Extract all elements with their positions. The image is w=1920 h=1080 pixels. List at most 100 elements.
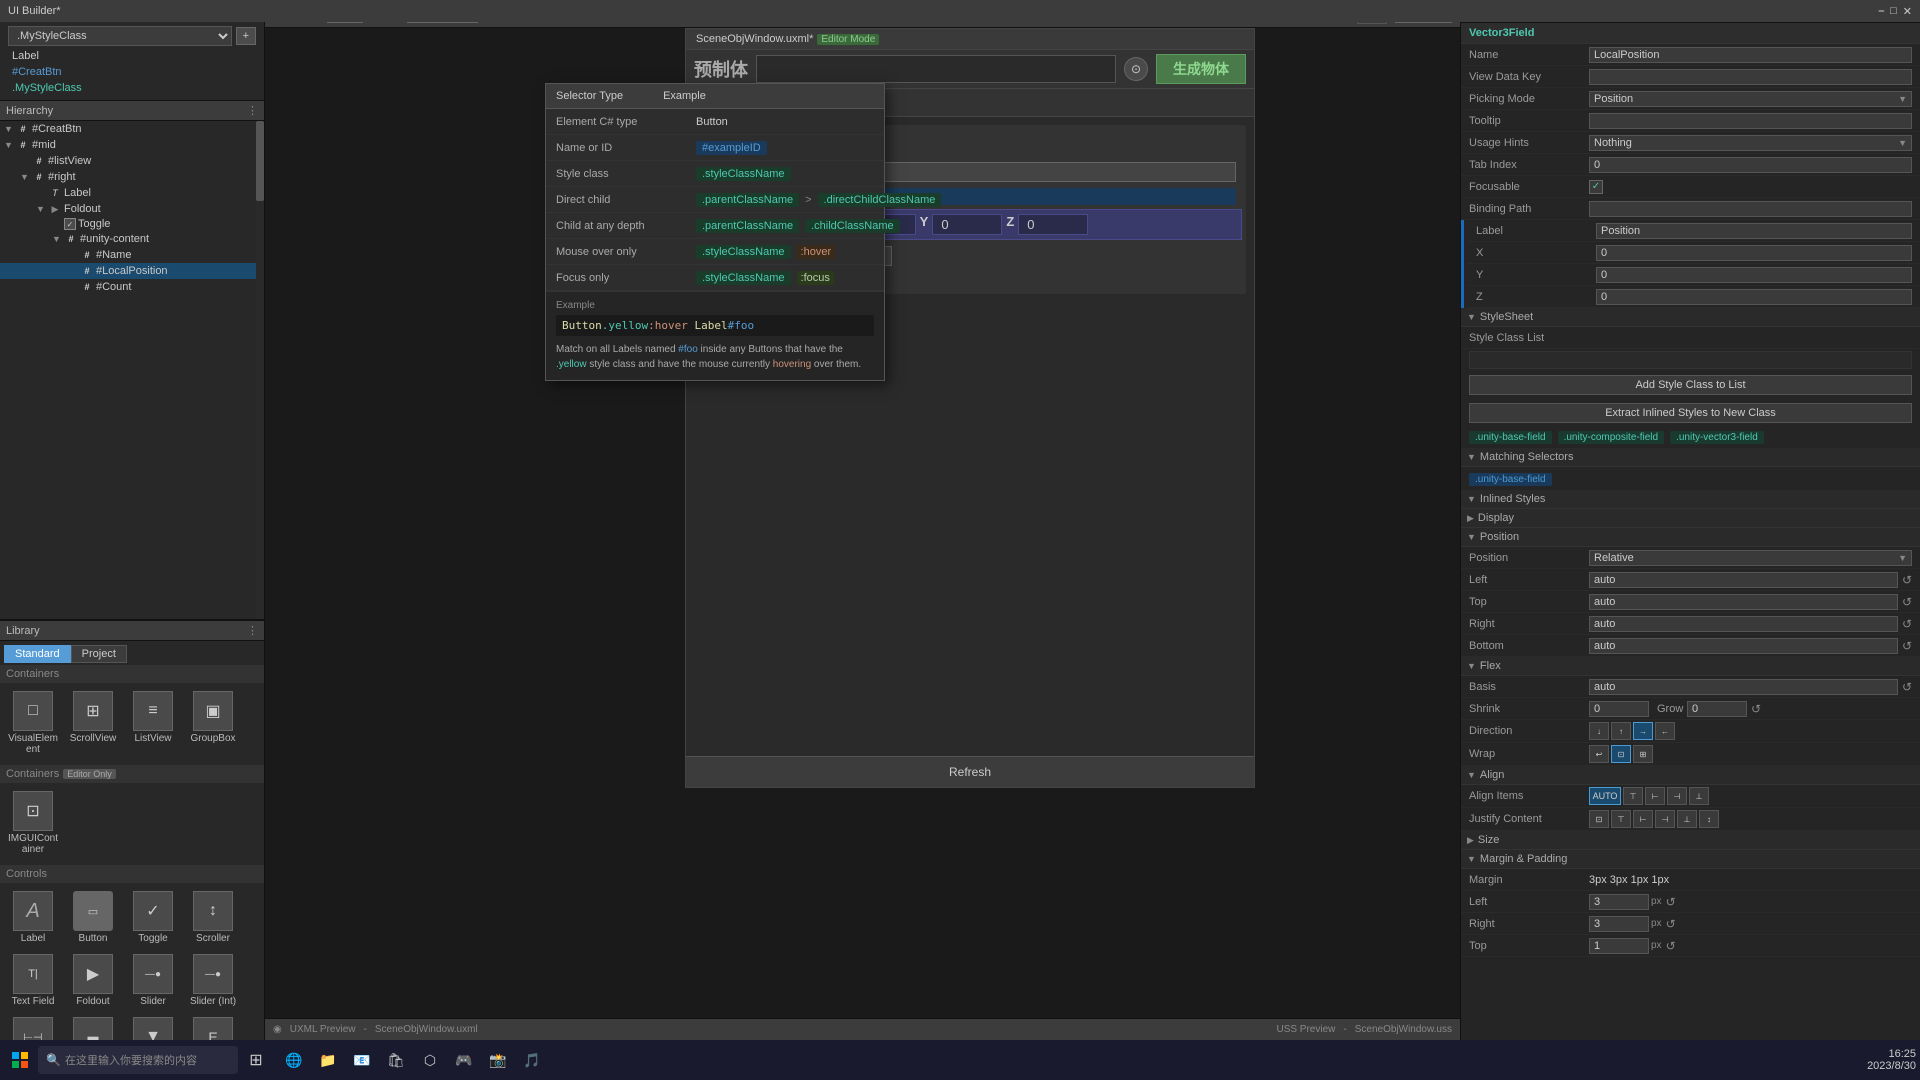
type-picker-btn[interactable]: ⊙ [1124,57,1148,81]
position-bottom-input[interactable]: auto [1589,638,1898,654]
tree-item-count[interactable]: # #Count [0,279,264,295]
lib-item-toggle[interactable]: ✓ Toggle [124,887,182,948]
flex-basis-reset[interactable]: ↺ [1902,680,1912,694]
title-maximize-btn[interactable]: □ [1890,5,1897,18]
flex-fold[interactable]: ▼ Flex [1461,657,1920,676]
style-class-dropdown[interactable]: .MyStyleClass [8,26,232,46]
tab-standard[interactable]: Standard [4,645,71,663]
lib-item-dropdown[interactable]: ▼ Dropdown [124,1013,182,1040]
prop-label-input[interactable]: Position [1596,223,1912,239]
flex-shrink-input[interactable]: 0 [1589,701,1649,717]
margin-top-reset[interactable]: ↺ [1666,939,1676,953]
position-left-input[interactable]: auto [1589,572,1898,588]
lib-item-label[interactable]: A Label [4,887,62,948]
position-left-reset[interactable]: ↺ [1902,573,1912,587]
refresh-btn[interactable]: Refresh [686,756,1254,787]
position-top-reset[interactable]: ↺ [1902,595,1912,609]
lib-item-groupbox[interactable]: ▣ GroupBox [184,687,242,759]
flex-dir-btn1[interactable]: ↓ [1589,722,1609,740]
tree-item-right[interactable]: ▼ # #right [0,169,264,185]
lib-item-button[interactable]: ▭ Button [64,887,122,948]
align-items-3[interactable]: ⊣ [1667,787,1687,805]
uss-item-creatbtn[interactable]: #CreatBtn [4,64,260,80]
prop-x-input[interactable]: 0 [1596,245,1912,261]
stylesheet-section-fold[interactable]: ▼ StyleSheet [1461,308,1920,327]
align-fold[interactable]: ▼ Align [1461,766,1920,785]
prop-name-input[interactable]: LocalPosition [1589,47,1912,63]
prop-bindingpath-input[interactable] [1589,201,1912,217]
tree-item-name[interactable]: # #Name [0,247,264,263]
lib-item-imgui[interactable]: ⊡ IMGUIContainer [4,787,62,859]
lib-item-slider[interactable]: —● Slider [124,950,182,1011]
lib-item-enum[interactable]: E Enum [184,1013,242,1040]
margin-padding-fold[interactable]: ▼ Margin & Padding [1461,850,1920,869]
tree-item-toggle[interactable]: ✓ Toggle [0,217,264,231]
margin-top-input[interactable]: 1 [1589,938,1649,954]
taskbar-task-view[interactable]: ⊞ [240,1044,272,1076]
prop-tabindex-input[interactable]: 0 [1589,157,1912,173]
flex-grow-input[interactable]: 0 [1687,701,1747,717]
lib-item-foldout[interactable]: ▶ Foldout [64,950,122,1011]
flex-dir-btn3[interactable]: → [1633,722,1653,740]
taskbar-app5[interactable]: 🎮 [448,1044,480,1076]
flex-wrap-btn2[interactable]: ⊡ [1611,745,1631,763]
class-tag-base-field[interactable]: .unity-base-field [1469,431,1552,444]
z-field[interactable]: 0 [1018,214,1088,235]
matching-tag-base[interactable]: .unity-base-field [1469,473,1552,486]
flex-dir-btn2[interactable]: ↑ [1611,722,1631,740]
matching-selectors-fold[interactable]: ▼ Matching Selectors [1461,448,1920,467]
flex-basis-input[interactable]: auto [1589,679,1898,695]
lib-item-sliderint[interactable]: —● Slider (Int) [184,950,242,1011]
position-top-input[interactable]: auto [1589,594,1898,610]
align-items-4[interactable]: ⊥ [1689,787,1709,805]
justify-4[interactable]: ⊣ [1655,810,1675,828]
prop-z-input[interactable]: 0 [1596,289,1912,305]
lib-item-scroller[interactable]: ↕ Scroller [184,887,242,948]
flex-dir-btn4[interactable]: ← [1655,722,1675,740]
prop-pickingmode-dropdown[interactable]: Position ▼ [1589,91,1912,107]
align-items-2[interactable]: ⊢ [1645,787,1665,805]
margin-right-input[interactable]: 3 [1589,916,1649,932]
taskbar-chrome[interactable]: 🌐 [278,1044,310,1076]
inlined-styles-fold[interactable]: ▼ Inlined Styles [1461,490,1920,509]
tree-item-listview[interactable]: # #listView [0,153,264,169]
margin-right-reset[interactable]: ↺ [1666,917,1676,931]
flex-wrap-btn1[interactable]: ↩ [1589,745,1609,763]
lib-item-minmax[interactable]: ⊢⊣ Min-Max Slider [4,1013,62,1040]
taskbar-app7[interactable]: 🎵 [516,1044,548,1076]
justify-1[interactable]: ⊡ [1589,810,1609,828]
prop-tooltip-input[interactable] [1589,113,1912,129]
position-right-reset[interactable]: ↺ [1902,617,1912,631]
taskbar-app6[interactable]: 📸 [482,1044,514,1076]
margin-left-reset[interactable]: ↺ [1666,895,1676,909]
style-class-list-input[interactable] [1469,351,1912,369]
justify-3[interactable]: ⊢ [1633,810,1653,828]
lib-item-scrollview[interactable]: ⊞ ScrollView [64,687,122,759]
taskbar-store[interactable]: 🛍 [380,1044,412,1076]
taskbar-search-bar[interactable]: 🔍 在这里输入你要搜索的内容 [38,1046,238,1074]
justify-2[interactable]: ⊤ [1611,810,1631,828]
lib-item-listview[interactable]: ≡ ListView [124,687,182,759]
lib-item-visualelement[interactable]: □ VisualElement [4,687,62,759]
title-minimize-btn[interactable]: ⎯ [1879,5,1885,18]
size-fold[interactable]: ▶ Size [1461,831,1920,850]
type-field[interactable]: <no type> [756,55,1116,83]
flex-wrap-btn3[interactable]: ⊞ [1633,745,1653,763]
add-style-class-btn[interactable]: + [236,27,256,45]
uss-item-mystyleclass[interactable]: .MyStyleClass [4,80,260,96]
prop-focusable-checkbox[interactable]: ✓ [1589,180,1603,194]
hierarchy-panel[interactable]: ▼ # #CreatBtn ▼ # #mid # #listView ▼ # #… [0,121,264,620]
lib-item-textfield[interactable]: T| Text Field [4,950,62,1011]
flex-shrinkgrow-reset[interactable]: ↺ [1751,702,1761,716]
hierarchy-scrollbar[interactable] [256,121,264,619]
taskbar-mail[interactable]: 📧 [346,1044,378,1076]
class-tag-composite-field[interactable]: .unity-composite-field [1558,431,1664,444]
hierarchy-menu[interactable]: ⋮ [247,104,258,117]
tree-item-mid[interactable]: ▼ # #mid [0,137,264,153]
align-items-1[interactable]: ⊤ [1623,787,1643,805]
position-right-input[interactable]: auto [1589,616,1898,632]
add-style-class-btn-inspector[interactable]: Add Style Class to List [1469,375,1912,395]
justify-5[interactable]: ⊥ [1677,810,1697,828]
library-menu[interactable]: ⋮ [247,624,258,637]
generate-btn[interactable]: 生成物体 [1156,54,1246,84]
